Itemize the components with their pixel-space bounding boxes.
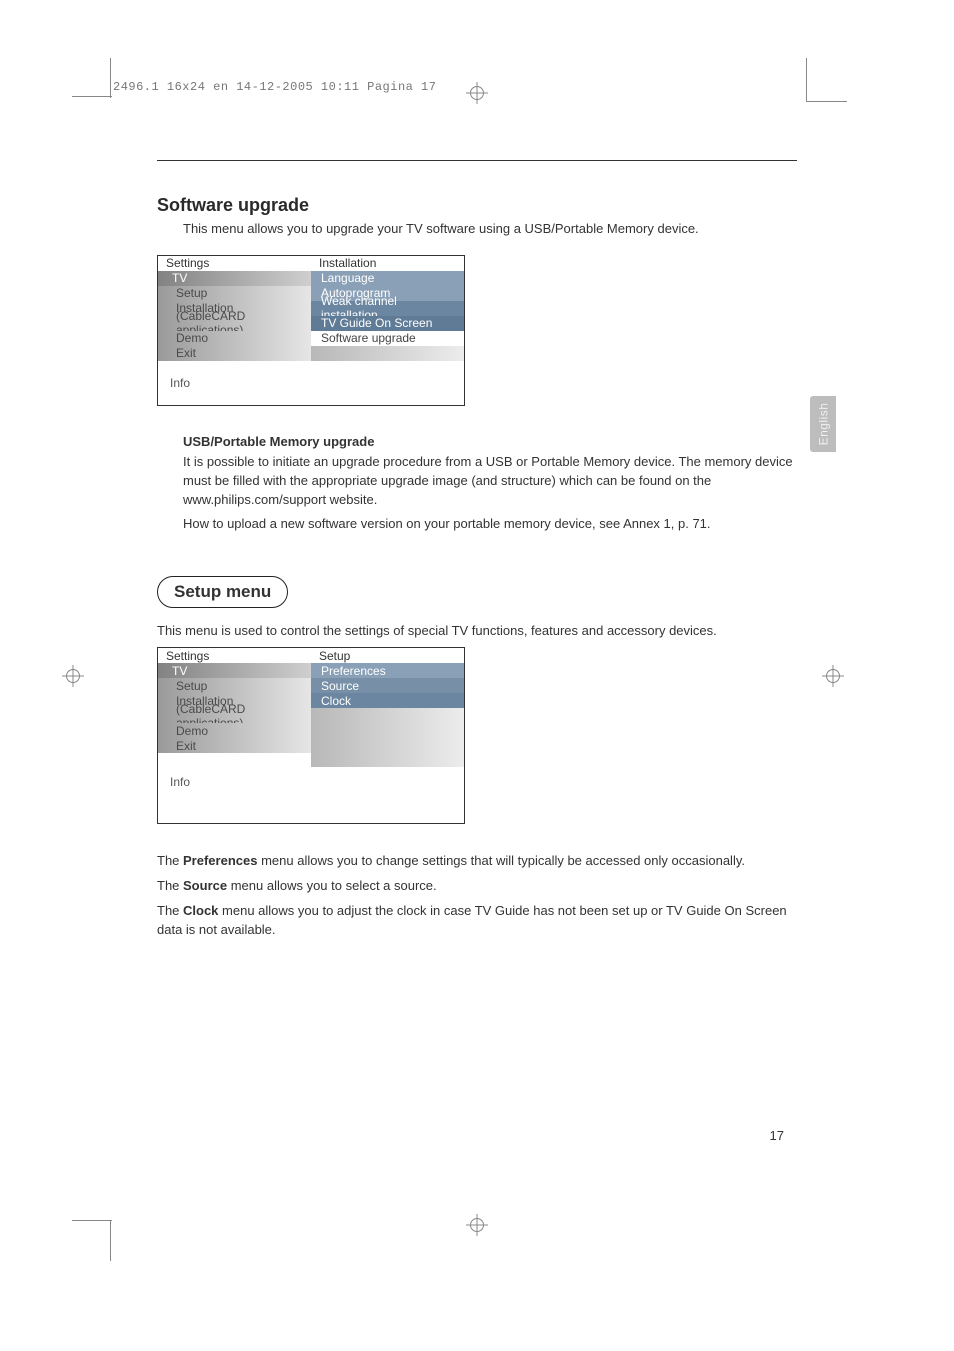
- menu-item-exit: Exit: [158, 346, 311, 361]
- menu-item-preferences: Preferences: [311, 663, 464, 678]
- menu-info: Info: [158, 767, 311, 797]
- term-source: Source: [183, 878, 227, 893]
- registration-mark-right: [822, 665, 844, 687]
- menu-spacer: [158, 797, 311, 823]
- menu-item-cablecard: (CableCARD applications): [158, 316, 311, 331]
- text-run: menu allows you to change settings that …: [257, 853, 745, 868]
- text-run: The: [157, 903, 183, 918]
- menu-item-tv: TV: [158, 663, 311, 678]
- body-paragraph: The Clock menu allows you to adjust the …: [157, 902, 797, 940]
- language-tab-label: English: [816, 403, 830, 446]
- crop-mark: [806, 58, 807, 102]
- crop-mark: [110, 1221, 111, 1261]
- menu-blank: [311, 346, 464, 361]
- body-paragraph: The Source menu allows you to select a s…: [157, 877, 797, 896]
- crop-mark: [72, 96, 112, 97]
- menu-item-setup: Setup: [158, 286, 311, 301]
- crop-mark: [72, 1220, 112, 1221]
- menu-item-tv-guide: TV Guide On Screen: [311, 316, 464, 331]
- term-clock: Clock: [183, 903, 218, 918]
- section-title-setup-menu: Setup menu: [157, 576, 288, 608]
- section-title-software-upgrade: Software upgrade: [157, 195, 797, 216]
- language-tab: English: [810, 396, 836, 452]
- body-paragraph: It is possible to initiate an upgrade pr…: [183, 453, 797, 510]
- menu-item-clock: Clock: [311, 693, 464, 708]
- menu-header-right: Setup: [311, 648, 464, 663]
- settings-menu-installation: Settings Installation TVLanguage SetupAu…: [157, 255, 465, 406]
- menu-spacer: [158, 753, 311, 767]
- settings-menu-setup: Settings Setup TVPreferences SetupSource…: [157, 647, 465, 824]
- body-paragraph: How to upload a new software version on …: [183, 515, 797, 534]
- menu-spacer: [311, 797, 464, 823]
- text-run: menu allows you to select a source.: [227, 878, 437, 893]
- crop-mark: [807, 101, 847, 102]
- registration-mark-left: [62, 665, 84, 687]
- menu-item-setup: Setup: [158, 678, 311, 693]
- menu-header-left: Settings: [158, 648, 311, 663]
- text-run: menu allows you to adjust the clock in c…: [157, 903, 787, 937]
- running-header: 2496.1 16x24 en 14-12-2005 10:11 Pagina …: [113, 80, 436, 94]
- top-rule: [157, 160, 797, 161]
- term-preferences: Preferences: [183, 853, 257, 868]
- section-lead: This menu allows you to upgrade your TV …: [183, 220, 797, 239]
- page-number: 17: [770, 1128, 784, 1143]
- menu-item-demo: Demo: [158, 723, 311, 738]
- registration-mark-bottom: [466, 1214, 488, 1236]
- menu-item-tv: TV: [158, 271, 311, 286]
- menu-blank: [311, 753, 464, 767]
- menu-item-software-upgrade: Software upgrade: [311, 331, 464, 346]
- section-lead: This menu is used to control the setting…: [157, 622, 797, 641]
- menu-info-blank: [311, 767, 464, 797]
- menu-header-left: Settings: [158, 256, 311, 271]
- menu-item-demo: Demo: [158, 331, 311, 346]
- menu-item-cablecard: (CableCARD applications): [158, 708, 311, 723]
- text-run: The: [157, 878, 183, 893]
- menu-blank: [311, 723, 464, 738]
- registration-mark-top: [466, 82, 488, 104]
- menu-item-exit: Exit: [158, 738, 311, 753]
- menu-blank: [311, 738, 464, 753]
- menu-blank: [311, 708, 464, 723]
- body-paragraph: The Preferences menu allows you to chang…: [157, 852, 797, 871]
- menu-info-blank: [311, 361, 464, 405]
- menu-item-weak-channel: Weak channel installation: [311, 301, 464, 316]
- menu-info: Info: [158, 361, 311, 405]
- crop-mark: [110, 58, 111, 98]
- text-run: The: [157, 853, 183, 868]
- menu-header-right: Installation: [311, 256, 464, 271]
- subheading-usb-upgrade: USB/Portable Memory upgrade: [183, 434, 797, 449]
- menu-item-language: Language: [311, 271, 464, 286]
- menu-item-source: Source: [311, 678, 464, 693]
